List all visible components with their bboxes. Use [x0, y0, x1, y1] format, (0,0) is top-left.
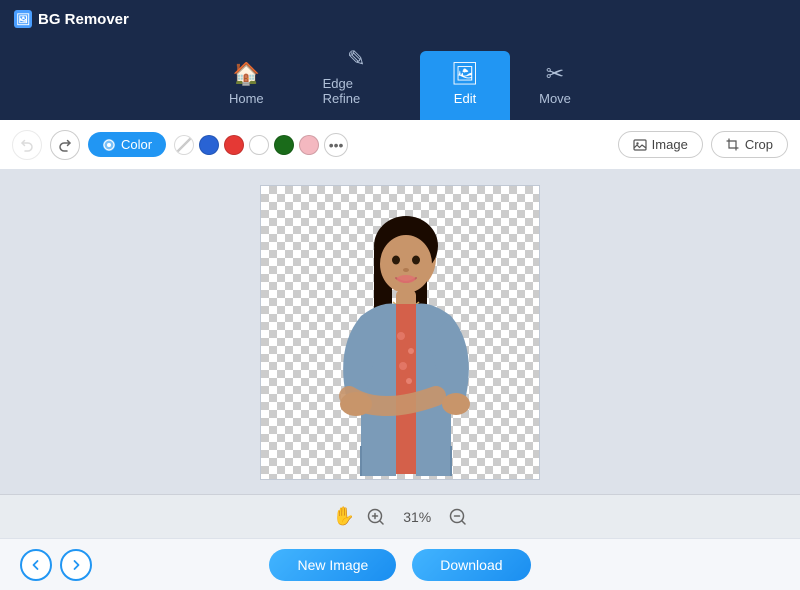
edge-refine-icon: ✎	[347, 48, 365, 70]
zoombar: ✋ 31%	[0, 494, 800, 538]
crop-label: Crop	[745, 137, 773, 152]
image-canvas	[260, 185, 540, 480]
zoom-in-button[interactable]	[367, 508, 385, 526]
nav-item-move[interactable]: ✂ Move	[510, 51, 600, 120]
bottombar-nav	[20, 549, 92, 581]
edit-icon: 🖼	[451, 63, 479, 85]
app-icon: 🖼	[14, 10, 32, 28]
home-icon: 🏠	[233, 63, 260, 85]
topbar: 🖼 BG Remover 🏠 Home ✎ Edge Refine 🖼 Edit…	[0, 0, 800, 120]
canvas-area	[0, 170, 800, 494]
crop-button[interactable]: Crop	[711, 131, 788, 158]
zoom-out-button[interactable]	[449, 508, 467, 526]
prev-button[interactable]	[20, 549, 52, 581]
nav-item-edge-refine[interactable]: ✎ Edge Refine	[293, 36, 420, 120]
swatch-pink[interactable]	[299, 135, 319, 155]
swatch-transparent[interactable]	[174, 135, 194, 155]
app-title: 🖼 BG Remover	[14, 10, 129, 28]
nav-item-edit[interactable]: 🖼 Edit	[420, 51, 510, 120]
next-button[interactable]	[60, 549, 92, 581]
nav-label-move: Move	[539, 91, 571, 106]
nav-item-home[interactable]: 🏠 Home	[200, 51, 293, 120]
bottombar: New Image Download	[0, 538, 800, 590]
nav-label-edit: Edit	[454, 91, 476, 106]
swatch-blue[interactable]	[199, 135, 219, 155]
move-icon: ✂	[546, 63, 564, 85]
color-label: Color	[121, 137, 152, 152]
color-button[interactable]: Color	[88, 132, 166, 157]
nav-label-edge-refine: Edge Refine	[323, 76, 390, 106]
more-dots: •••	[329, 137, 344, 153]
zoom-level: 31%	[397, 509, 437, 525]
nav-items: 🏠 Home ✎ Edge Refine 🖼 Edit ✂ Move	[200, 36, 600, 120]
nav-label-home: Home	[229, 91, 264, 106]
swatch-white[interactable]	[249, 135, 269, 155]
person-svg	[261, 186, 540, 480]
download-button[interactable]: Download	[412, 549, 530, 581]
swatch-red[interactable]	[224, 135, 244, 155]
app-title-text: BG Remover	[38, 11, 129, 28]
new-image-button[interactable]: New Image	[269, 549, 396, 581]
more-colors-button[interactable]: •••	[324, 133, 348, 157]
redo-button[interactable]	[50, 130, 80, 160]
hand-tool-icon[interactable]: ✋	[333, 506, 355, 527]
toolbar: Color ••• Image Crop	[0, 120, 800, 170]
color-swatches: •••	[174, 133, 348, 157]
undo-button[interactable]	[12, 130, 42, 160]
image-button[interactable]: Image	[618, 131, 703, 158]
swatch-darkgreen[interactable]	[274, 135, 294, 155]
image-label: Image	[652, 137, 688, 152]
bottombar-actions: New Image Download	[269, 549, 530, 581]
